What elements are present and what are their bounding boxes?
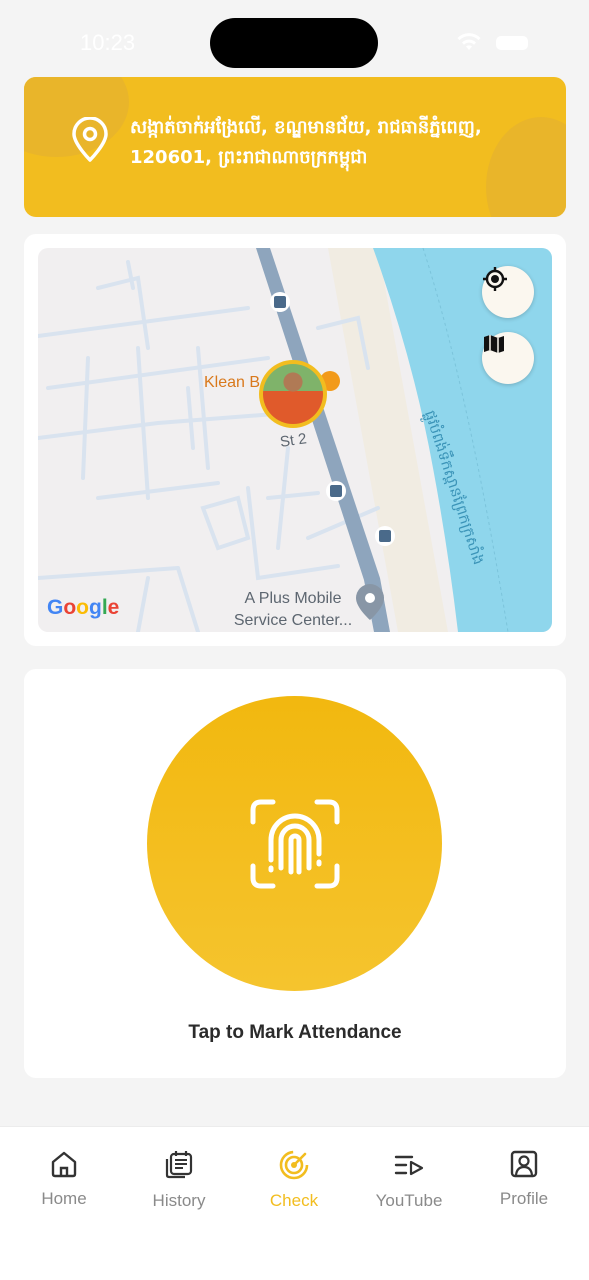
nav-label-history: History xyxy=(152,1191,206,1210)
map-type-button[interactable] xyxy=(482,332,534,384)
bus-stop-icon xyxy=(326,481,346,501)
wifi-icon xyxy=(457,33,481,50)
map-icon xyxy=(484,335,504,353)
poi-label[interactable]: Klean B xyxy=(204,374,260,392)
playlist-icon xyxy=(394,1155,424,1176)
bus-stop-icon xyxy=(270,292,290,312)
avatar xyxy=(263,364,323,424)
check-radar-icon xyxy=(279,1150,309,1180)
bus-stop-icon xyxy=(375,526,395,546)
user-location-avatar[interactable] xyxy=(259,360,327,428)
attendance-label: Tap to Mark Attendance xyxy=(188,1022,402,1043)
home-icon xyxy=(51,1151,77,1178)
nav-item-profile[interactable]: Profile xyxy=(469,1149,579,1209)
bottom-nav: Home History Check YouTube Profile xyxy=(0,1126,589,1280)
history-icon xyxy=(165,1151,193,1179)
dynamic-island xyxy=(210,18,378,68)
nav-item-history[interactable]: History xyxy=(124,1149,234,1211)
nav-item-check[interactable]: Check xyxy=(239,1149,349,1211)
attendance-card: Tap to Mark Attendance xyxy=(24,669,566,1078)
my-location-button[interactable] xyxy=(482,266,534,318)
nav-label-home: Home xyxy=(41,1189,87,1208)
status-bar: 10:23 xyxy=(0,0,589,80)
nav-item-youtube[interactable]: YouTube xyxy=(354,1149,464,1211)
mark-attendance-button[interactable] xyxy=(147,696,442,991)
nav-item-home[interactable]: Home xyxy=(9,1149,119,1209)
profile-icon xyxy=(510,1150,538,1178)
status-time: 10:23 xyxy=(80,30,136,55)
nav-label-check: Check xyxy=(269,1191,319,1210)
battery-icon xyxy=(496,36,528,50)
nav-label-youtube: YouTube xyxy=(375,1191,443,1210)
address-text: សង្កាត់ចាក់អង្រែលើ, ខណ្ឌមានជ័យ, រាជធានីភ… xyxy=(130,117,482,168)
map-card: Klean B St 2 A Plus Mobile Service Cente… xyxy=(24,234,566,646)
location-pin-icon xyxy=(72,117,108,162)
location-address-card: សង្កាត់ចាក់អង្រែលើ, ខណ្ឌមានជ័យ, រាជធានីភ… xyxy=(24,77,566,217)
map-view[interactable]: Klean B St 2 A Plus Mobile Service Cente… xyxy=(38,248,552,632)
nav-label-profile: Profile xyxy=(499,1189,549,1208)
google-logo: Google xyxy=(47,596,120,619)
service-center-label[interactable]: A Plus Mobile Service Center... xyxy=(218,588,368,632)
crosshair-icon xyxy=(483,267,507,291)
fingerprint-scan-icon xyxy=(250,799,339,888)
